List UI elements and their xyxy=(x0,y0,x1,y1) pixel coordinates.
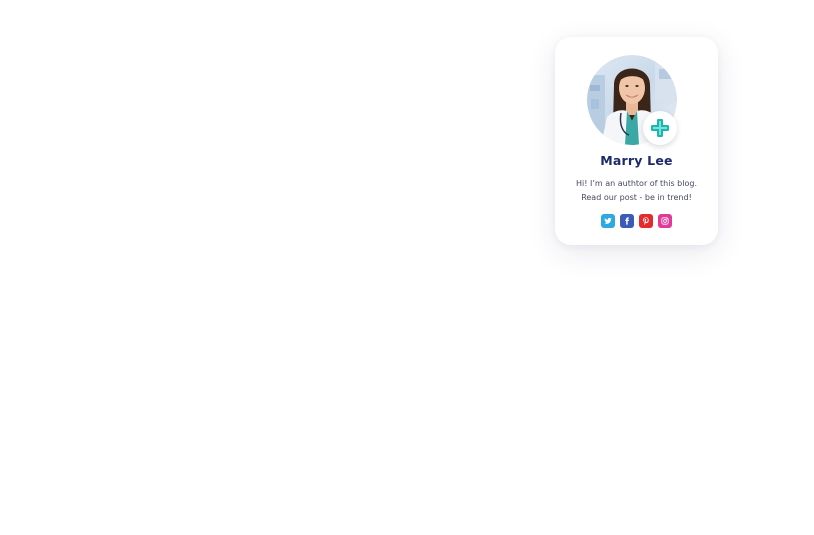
pinterest-icon xyxy=(643,217,649,225)
author-bio: Hi! I’m an authtor of this blog. Read ou… xyxy=(555,177,718,205)
author-name: Marry Lee xyxy=(600,153,673,168)
medical-cross-icon xyxy=(651,119,669,137)
instagram-icon xyxy=(661,217,669,225)
twitter-icon xyxy=(604,217,612,224)
bio-line-1: Hi! I’m an authtor of this blog. xyxy=(576,179,697,188)
pinterest-button[interactable] xyxy=(639,214,653,228)
social-links xyxy=(555,214,718,228)
avatar-wrap xyxy=(587,55,677,145)
instagram-button[interactable] xyxy=(658,214,672,228)
facebook-icon xyxy=(625,217,629,225)
facebook-button[interactable] xyxy=(620,214,634,228)
page: Marry Lee Hi! I’m an authtor of this blo… xyxy=(0,0,814,535)
medical-badge xyxy=(643,111,677,145)
bio-line-2: Read our post - be in trend! xyxy=(581,193,692,202)
twitter-button[interactable] xyxy=(601,214,615,228)
author-card: Marry Lee Hi! I’m an authtor of this blo… xyxy=(555,37,718,245)
